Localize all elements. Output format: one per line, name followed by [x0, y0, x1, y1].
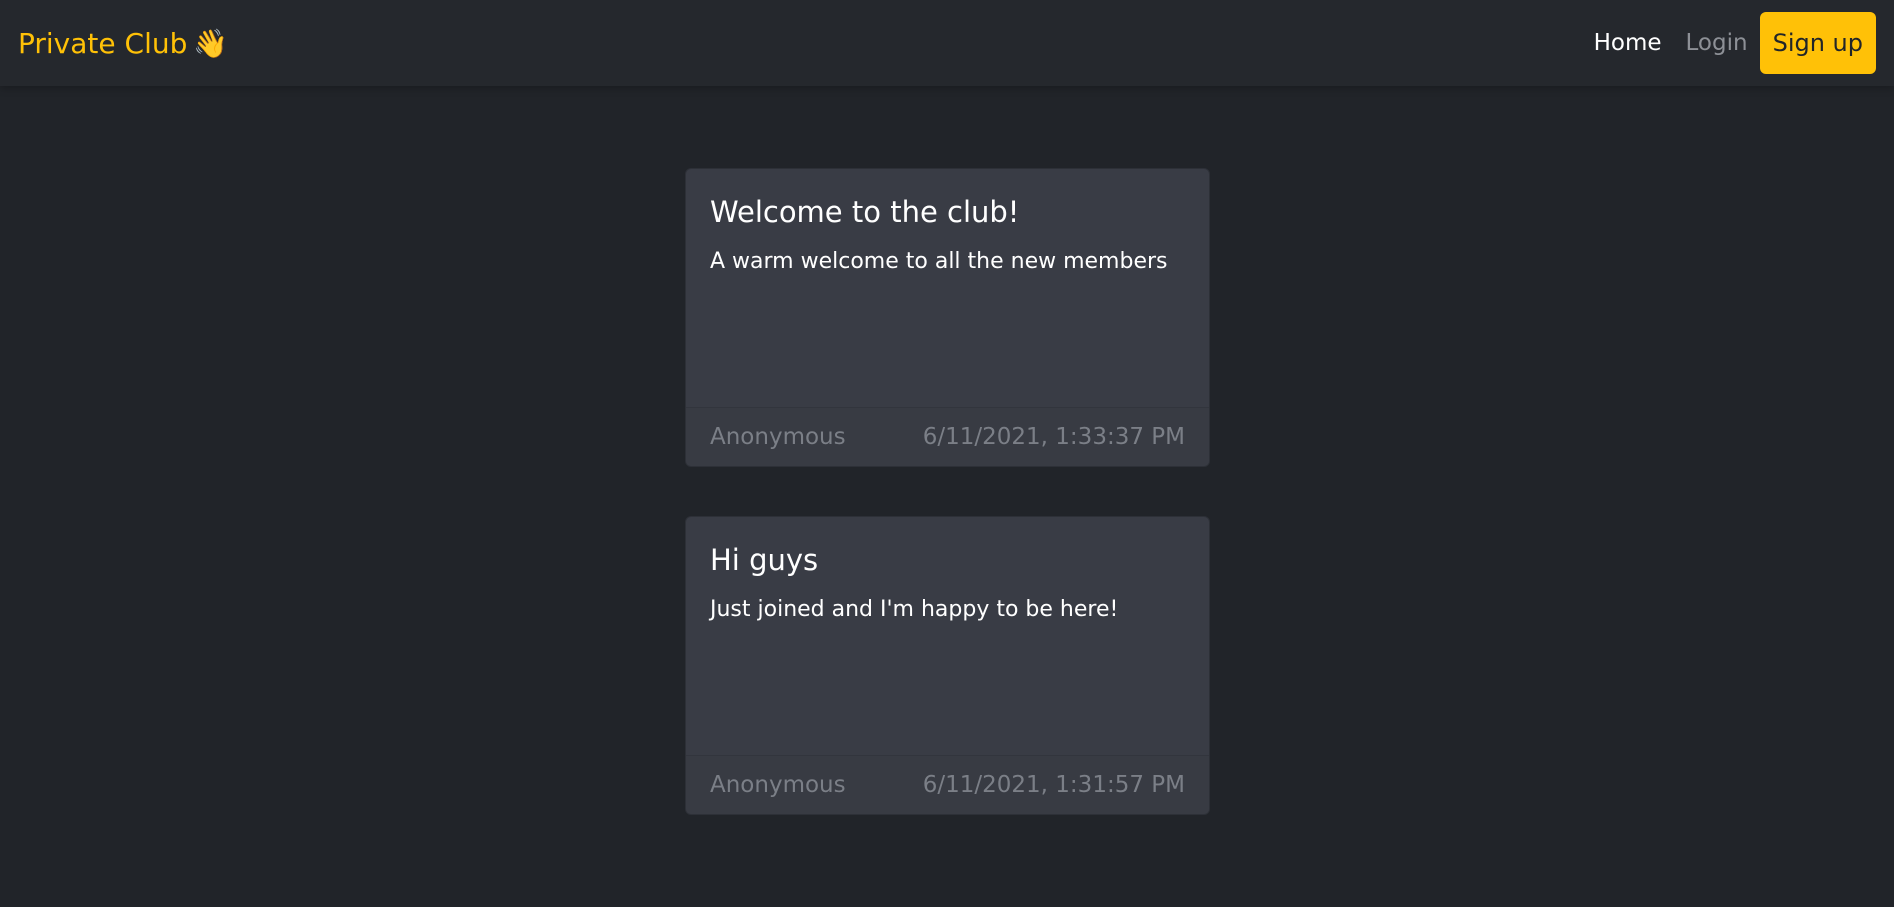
- nav-login-link[interactable]: Login: [1674, 30, 1760, 56]
- message-card-body: Welcome to the club! A warm welcome to a…: [686, 169, 1209, 407]
- message-text: Just joined and I'm happy to be here!: [710, 597, 1119, 622]
- brand-name: Private Club: [18, 26, 188, 60]
- message-author: Anonymous: [710, 424, 846, 450]
- message-timestamp: 6/11/2021, 1:31:57 PM: [922, 772, 1185, 798]
- signup-button[interactable]: Sign up: [1759, 12, 1876, 74]
- message-text: A warm welcome to all the new members: [710, 249, 1168, 274]
- message-footer: Anonymous 6/11/2021, 1:31:57 PM: [686, 755, 1209, 814]
- brand-link[interactable]: Private Club 👋: [18, 27, 228, 60]
- navbar: Private Club 👋 Home Login Sign up: [0, 0, 1894, 86]
- message-footer: Anonymous 6/11/2021, 1:33:37 PM: [686, 407, 1209, 466]
- waving-hand-icon: 👋: [193, 26, 229, 60]
- message-card: Hi guys Just joined and I'm happy to be …: [685, 516, 1210, 815]
- message-author: Anonymous: [710, 772, 846, 798]
- message-feed: Welcome to the club! A warm welcome to a…: [685, 168, 1210, 864]
- message-card: Welcome to the club! A warm welcome to a…: [685, 168, 1210, 467]
- nav-links: Home Login Sign up: [1582, 12, 1876, 74]
- message-title: Welcome to the club!: [710, 195, 1020, 229]
- message-card-body: Hi guys Just joined and I'm happy to be …: [686, 517, 1209, 755]
- nav-home-link[interactable]: Home: [1582, 30, 1674, 56]
- message-title: Hi guys: [710, 543, 819, 577]
- message-timestamp: 6/11/2021, 1:33:37 PM: [922, 424, 1185, 450]
